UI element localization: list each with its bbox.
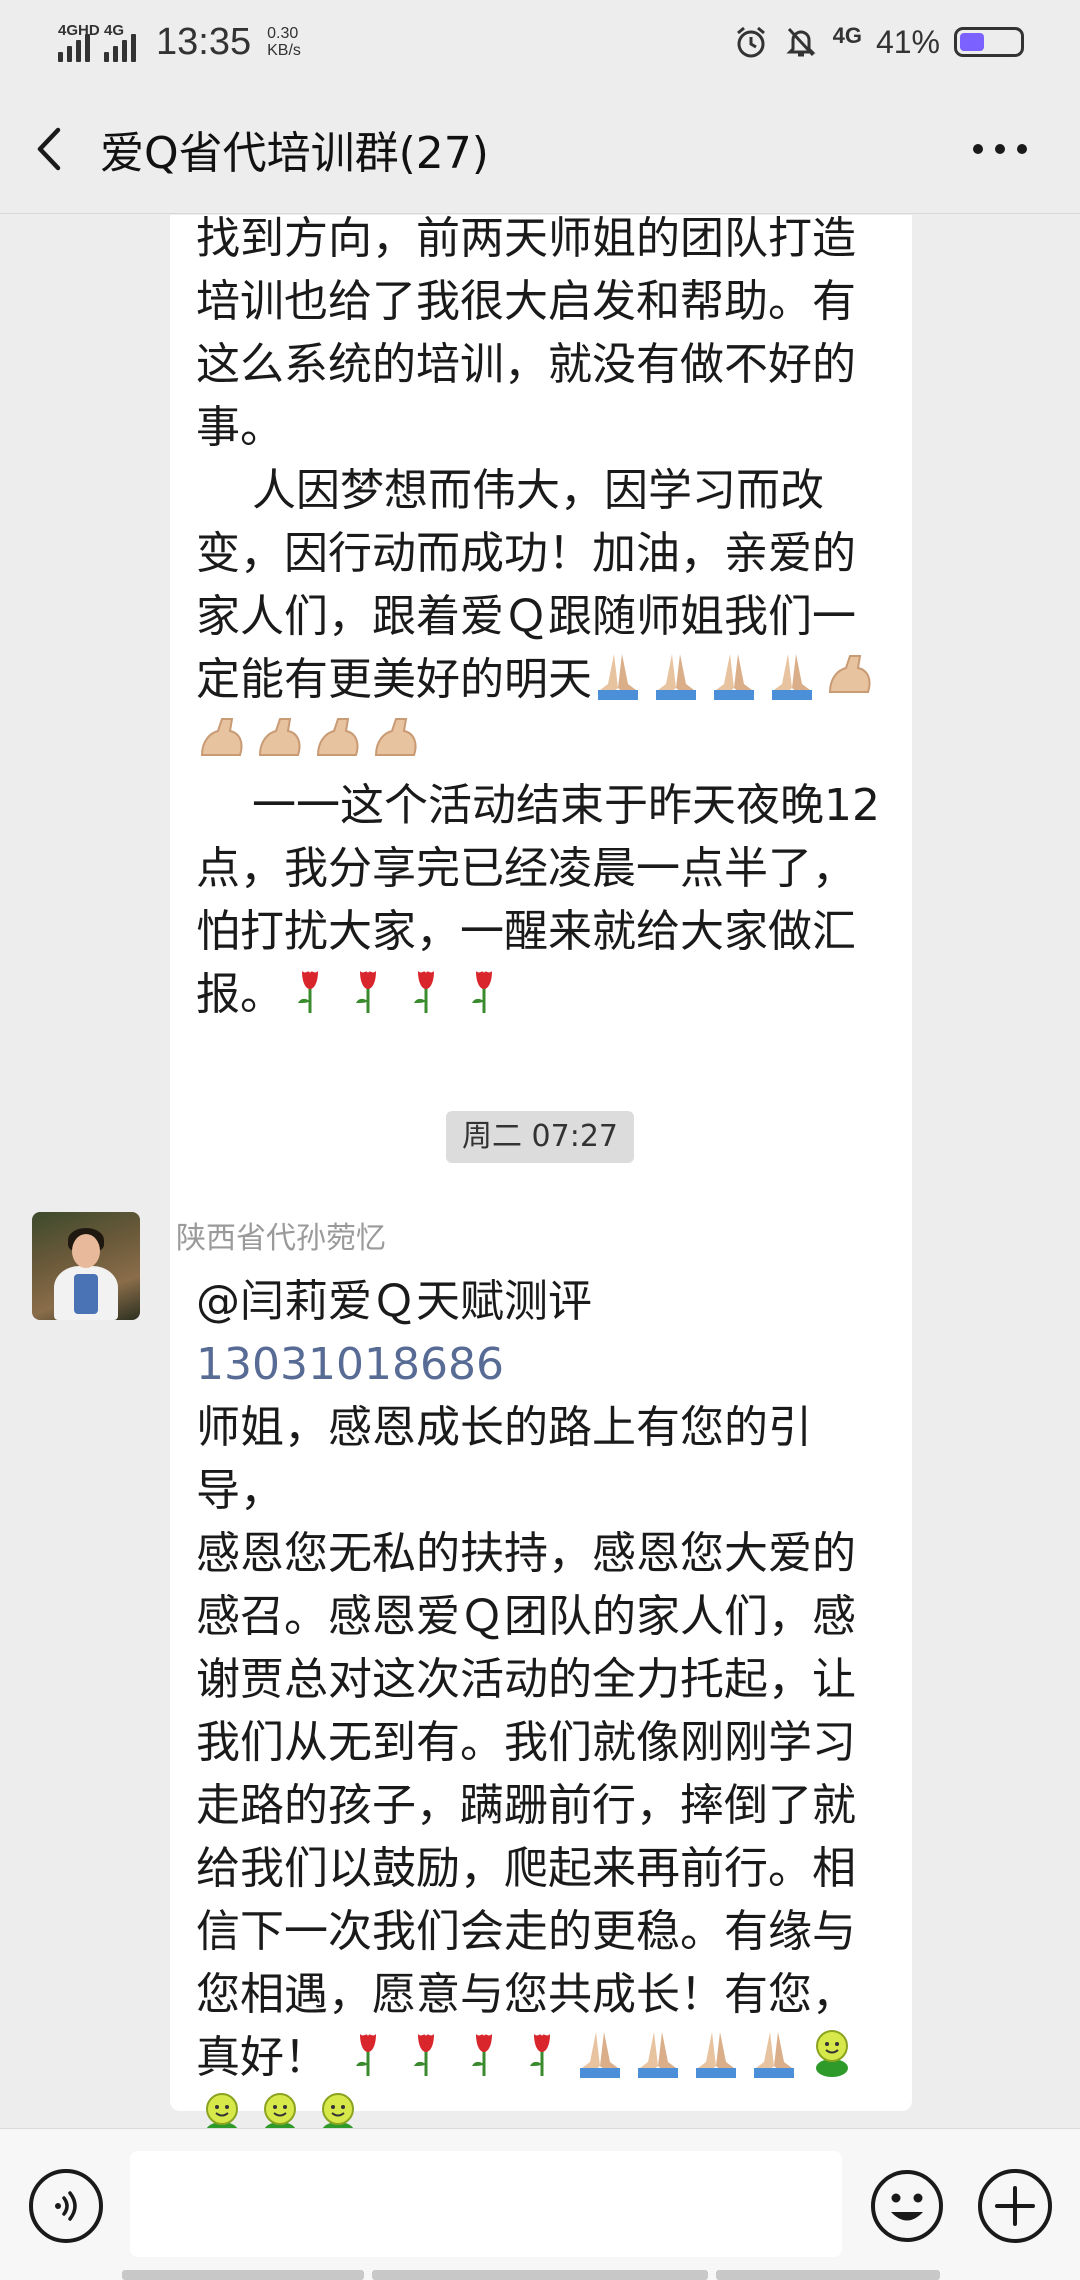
more-dots-icon (973, 144, 1027, 154)
emoji-row-3 (284, 963, 510, 1015)
rose-icon (400, 963, 452, 1015)
green-smiley-icon (254, 2089, 306, 2128)
message-line: 走路的孩子，蹒跚前行，摔倒了就 (196, 1780, 856, 1831)
message-line: 谢贾总对这次活动的全力托起，让 (196, 1654, 856, 1705)
emoji-line (196, 2089, 892, 2128)
network-4g-icon: 4G (832, 23, 862, 48)
signal-icon-2: 4G (104, 22, 136, 62)
message-line: 师姐，感恩成长的路上有您的引导， (196, 1402, 812, 1516)
chevron-left-icon (37, 127, 61, 170)
message-line: 感恩您无私的扶持，感恩您大爱的 (196, 1528, 856, 1579)
rose-icon (458, 2026, 510, 2078)
green-smiley-icon (196, 2089, 248, 2128)
message-text: 真好！ (196, 2032, 328, 2083)
home-indicator-left (122, 2270, 364, 2280)
speed-value: 0.30 (267, 25, 299, 42)
emoji-row-2 (196, 711, 422, 763)
message-line: 一一这个活动结束于昨天夜晚12 (196, 780, 880, 831)
flexed-biceps-icon (196, 711, 248, 763)
signal2-label: 4G (104, 22, 125, 39)
emoji-row-1 (592, 648, 876, 700)
avatar[interactable] (32, 1212, 140, 1320)
network-speed: 0.30 KB/s (267, 25, 301, 59)
plus-circle-icon (995, 2186, 1035, 2226)
message-text: 定能有更美好的明天 (196, 654, 592, 705)
rose-icon (458, 963, 510, 1015)
message-input[interactable] (130, 2151, 842, 2257)
input-bar (0, 2128, 1080, 2280)
green-smiley-icon (312, 2089, 364, 2128)
status-bar: 4GHD 4G 13:35 0.30 KB/s 4G 41% (0, 0, 1080, 84)
message-line: 怕打扰大家，一醒来就给大家做汇 (196, 906, 856, 957)
message-line: 找到方向，前两天师姐的团队打造 (196, 215, 856, 264)
battery-percent: 41% (875, 23, 940, 60)
folded-hands-icon (632, 2026, 684, 2078)
rose-icon (516, 2026, 568, 2078)
message-line: 家人们，跟着爱Ｑ跟随师姐我们一 (196, 591, 856, 642)
speed-unit: KB/s (267, 42, 301, 59)
folded-hands-icon (592, 648, 644, 700)
emoji-row-5 (196, 2089, 364, 2128)
folded-hands-icon (748, 2026, 800, 2078)
folded-hands-icon (708, 648, 760, 700)
alarm-icon (733, 24, 769, 60)
message-line: 事。 (196, 402, 284, 453)
message-line: 培训也给了我很大启发和帮助。有 (196, 276, 856, 327)
chat-title: 爱Q省代培训群(27) (100, 127, 489, 179)
sender-name: 陕西省代孙菀忆 (176, 1221, 386, 1256)
voice-icon (55, 2191, 77, 2221)
message-line: 我们从无到有。我们就像刚刚学习 (196, 1717, 856, 1768)
flexed-biceps-icon (312, 711, 364, 763)
message-line: 给我们以鼓励，爬起来再前行。相 (196, 1843, 856, 1894)
rose-icon (342, 963, 394, 1015)
signal-icon: 4GHD (58, 22, 100, 62)
home-indicator-right (716, 2270, 940, 2280)
add-button[interactable] (978, 2169, 1052, 2243)
folded-hands-icon (690, 2026, 742, 2078)
message-line: 变，因行动而成功！加油，亲爱的 (196, 528, 856, 579)
voice-button[interactable] (29, 2169, 103, 2243)
flexed-biceps-icon (824, 648, 876, 700)
folded-hands-icon (574, 2026, 626, 2078)
message-line: 感召。感恩爱Ｑ团队的家人们，感 (196, 1591, 856, 1642)
signal1-label: 4GHD (58, 22, 100, 39)
rose-icon (342, 2026, 394, 2078)
emoji-button[interactable] (870, 2169, 944, 2243)
chat-area[interactable]: 找到方向，前两天师姐的团队打造 培训也给了我很大启发和帮助。有 这么系统的培训，… (0, 215, 1080, 2128)
message-bubble[interactable]: @闫莉爱Ｑ天赋测评 13031018686 师姐，感恩成长的路上有您的引导， 感… (170, 1256, 912, 2128)
more-button[interactable] (960, 84, 1040, 214)
emoji-face-icon (871, 2170, 943, 2242)
mention[interactable]: @闫莉爱Ｑ天赋测评 (196, 1270, 892, 1333)
rose-icon (400, 2026, 452, 2078)
status-right: 4G 41% (733, 23, 1024, 61)
green-smiley-icon (806, 2026, 858, 2078)
message-text: 报。 (196, 969, 284, 1020)
back-button[interactable] (0, 84, 100, 213)
flexed-biceps-icon (254, 711, 306, 763)
message-line: 信下一次我们会走的更稳。有缘与 (196, 1906, 856, 1957)
message-line: 您相遇，愿意与您共成长！有您， (196, 1969, 856, 2020)
message-line-with-emoji: 真好！ (196, 2026, 892, 2089)
message-line-with-emoji: 定能有更美好的明天 (196, 648, 888, 711)
status-left: 4GHD 4G 13:35 0.30 KB/s (58, 21, 301, 64)
battery-fill (960, 33, 984, 51)
message-line-with-emoji: 报。 (196, 963, 888, 1026)
emoji-row-4 (342, 2026, 858, 2078)
mute-bell-icon (783, 24, 819, 60)
message-line: 这么系统的培训，就没有做不好的 (196, 339, 856, 390)
message-timestamp: 周二 07:27 (446, 1111, 634, 1163)
folded-hands-icon (766, 648, 818, 700)
message-line: 人因梦想而伟大，因学习而改 (196, 465, 824, 516)
flexed-biceps-icon (370, 711, 422, 763)
chat-header: 爱Q省代培训群(27) (0, 84, 1080, 214)
folded-hands-icon (650, 648, 702, 700)
phone-number-link[interactable]: 13031018686 (196, 1333, 892, 1396)
battery-icon (954, 27, 1024, 57)
emoji-line (196, 711, 888, 774)
home-indicator-center (372, 2270, 708, 2280)
message-line: 点，我分享完已经凌晨一点半了， (196, 843, 856, 894)
status-time: 13:35 (156, 20, 252, 63)
rose-icon (284, 963, 336, 1015)
